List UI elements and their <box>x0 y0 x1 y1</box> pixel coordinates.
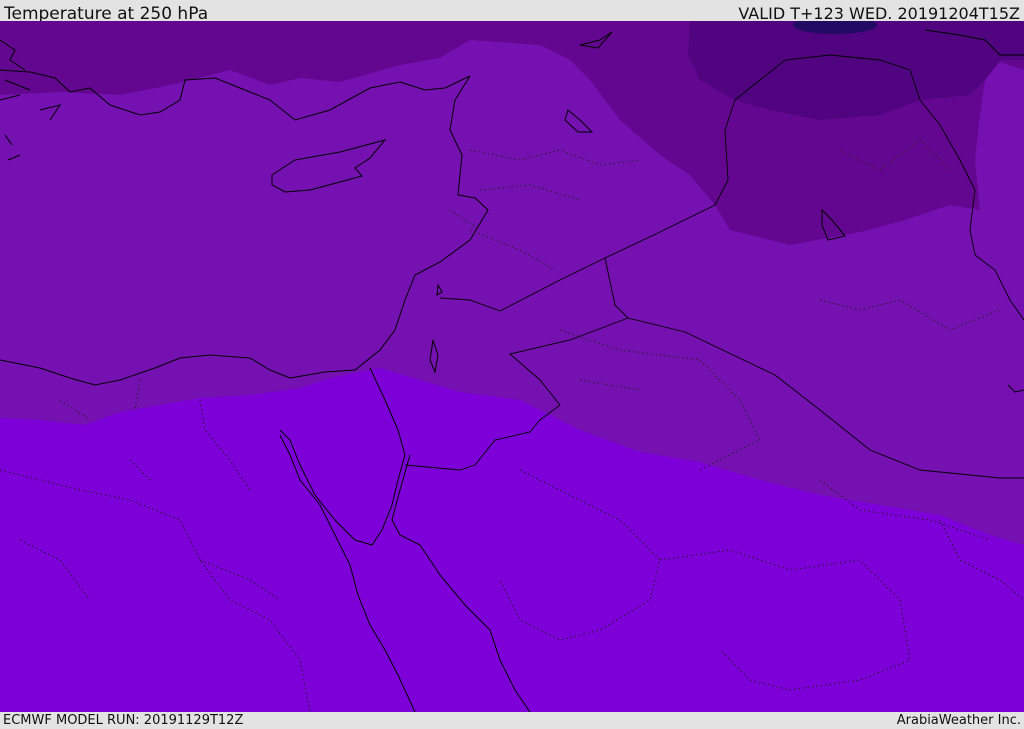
temperature-map[interactable] <box>0 21 1024 712</box>
brand-label: ArabiaWeather Inc. <box>896 713 1021 728</box>
header-bar: Temperature at 250 hPa VALID T+123 WED. … <box>0 0 1024 24</box>
model-run: ECMWF MODEL RUN: 20191129T12Z <box>3 713 244 728</box>
footer-bar: ECMWF MODEL RUN: 20191129T12Z ArabiaWeat… <box>0 712 1024 729</box>
